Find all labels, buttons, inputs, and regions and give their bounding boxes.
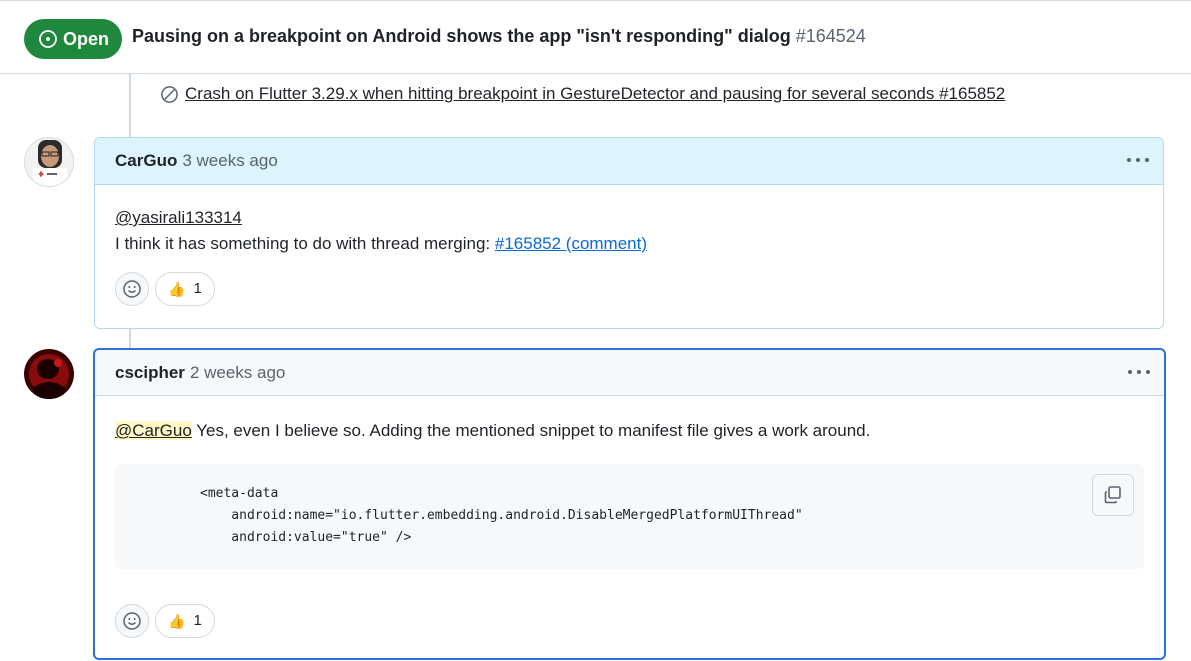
avatar[interactable] (24, 137, 74, 187)
copy-icon (1104, 486, 1121, 504)
comment-text: I think it has something to do with thre… (115, 234, 495, 253)
reactions-bar: 👍 1 (115, 272, 1143, 306)
user-mention[interactable]: @CarGuo (115, 421, 192, 440)
comment-header: CarGuo 3 weeks ago (95, 138, 1163, 185)
kebab-dot (1136, 158, 1140, 162)
comment-card: CarGuo 3 weeks ago @yasirali133314 I thi… (94, 137, 1164, 329)
reaction-count: 1 (193, 612, 202, 629)
comment-body: @CarGuo Yes, even I believe so. Adding t… (95, 396, 1164, 638)
reaction-count: 1 (193, 280, 202, 297)
add-reaction-button[interactable] (115, 604, 149, 638)
reactions-bar: 👍 1 (115, 604, 1144, 638)
cscipher-avatar-image (24, 349, 74, 399)
comment-body: @yasirali133314 I think it has something… (95, 185, 1163, 306)
carguo-avatar-image (25, 138, 73, 186)
comment-link[interactable]: #165852 (comment) (495, 234, 647, 253)
comment-timestamp[interactable]: 2 weeks ago (190, 363, 285, 383)
thumbs-up-icon: 👍 (168, 613, 186, 629)
issue-state-badge: Open (24, 19, 122, 59)
timeline-line (129, 328, 131, 349)
kebab-dot (1146, 370, 1150, 374)
comment-timestamp[interactable]: 3 weeks ago (182, 151, 277, 171)
thumbs-up-icon: 👍 (168, 281, 186, 297)
add-reaction-button[interactable] (115, 272, 149, 306)
kebab-dot (1128, 370, 1132, 374)
cross-reference-event: Crash on Flutter 3.29.x when hitting bre… (160, 84, 1005, 104)
issue-title-text: Pausing on a breakpoint on Android shows… (132, 26, 791, 46)
code-line: android:value="true" /> (200, 530, 412, 545)
comment-line: I think it has something to do with thre… (115, 231, 1143, 257)
kebab-dot (1137, 370, 1141, 374)
timeline-line (129, 74, 131, 137)
thumbs-up-reaction[interactable]: 👍 1 (155, 604, 215, 638)
smiley-icon (123, 280, 141, 298)
copy-code-button[interactable] (1092, 474, 1134, 516)
issue-number: #164524 (795, 26, 866, 46)
comment-card: cscipher 2 weeks ago @CarGuo Yes, even I… (93, 348, 1166, 660)
issue-title: Pausing on a breakpoint on Android shows… (132, 26, 866, 47)
comment-options-button[interactable] (1128, 362, 1150, 382)
issue-closed-not-planned-icon (161, 85, 178, 103)
issue-opened-icon (39, 30, 57, 48)
comment-author[interactable]: cscipher (115, 363, 185, 383)
thumbs-up-reaction[interactable]: 👍 1 (155, 272, 215, 306)
comment-line: @yasirali133314 (115, 205, 1143, 231)
comment-header: cscipher 2 weeks ago (95, 350, 1164, 396)
comment-options-button[interactable] (1127, 150, 1149, 170)
comment-line: @CarGuo Yes, even I believe so. Adding t… (115, 418, 1144, 444)
comment-text: Yes, even I believe so. Adding the menti… (191, 421, 871, 440)
user-mention[interactable]: @yasirali133314 (115, 208, 242, 227)
code-line: android:name="io.flutter.embedding.andro… (200, 508, 803, 523)
referenced-issue-link[interactable]: Crash on Flutter 3.29.x when hitting bre… (185, 84, 1005, 104)
avatar[interactable] (24, 349, 74, 399)
smiley-icon (123, 612, 141, 630)
kebab-dot (1127, 158, 1131, 162)
kebab-dot (1145, 158, 1149, 162)
issue-header: Open Pausing on a breakpoint on Android … (0, 0, 1191, 74)
issue-state-label: Open (63, 28, 110, 49)
code-line: <meta-data (200, 486, 279, 501)
code-block: <meta-data android:name="io.flutter.embe… (115, 464, 1144, 569)
comment-author[interactable]: CarGuo (115, 151, 177, 171)
